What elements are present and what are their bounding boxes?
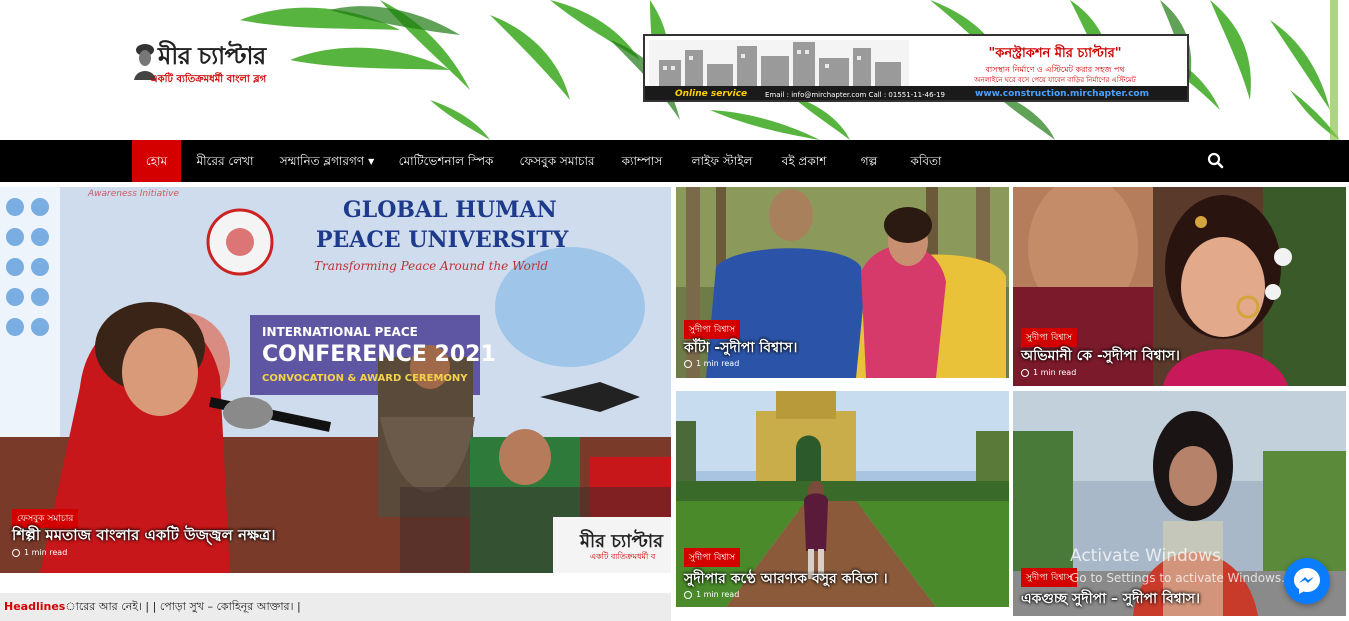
nav-item-motivational[interactable]: মোটিভেশনাল স্পিক: [392, 140, 500, 182]
clock-icon: [1021, 368, 1029, 377]
post-title[interactable]: অভিমানী কে -সুদীপা বিশ্বাস।: [1021, 344, 1180, 368]
post-title[interactable]: সুদীপার কণ্ঠে আরণ্যক বসুর কবিতা ।: [684, 567, 888, 591]
post-meta: 1 min read: [684, 359, 739, 368]
nav-item-label: সম্মানিত ব্লগারগণ: [279, 154, 365, 168]
headlines-text[interactable]: ারের আর নেই। | | পোড়া সুখ – কোহিনূর আক্…: [65, 600, 300, 613]
nav-item-poetry[interactable]: কবিতা: [900, 140, 952, 182]
banner-line-2: অনলাইনে ঘরে বসে পেয়ে যাবেন বাড়ির নির্ম…: [974, 76, 1136, 84]
nav-item-label: লাইফ স্টাইল: [691, 154, 753, 168]
messenger-chat-button[interactable]: [1284, 558, 1330, 604]
messenger-icon: [1294, 568, 1320, 594]
post-meta: 1 min read: [12, 548, 67, 557]
site-header: মীর চ্যাপ্টার একটি ব্যতিক্রমধর্মী বাংলা …: [0, 0, 1349, 140]
grid-post-card[interactable]: সুদীপা বিশ্বাস অভিমানী কে -সুদীপা বিশ্বা…: [1013, 187, 1346, 386]
post-meta: 1 min read: [684, 590, 739, 599]
nav-item-book-publish[interactable]: বই প্রকাশ: [773, 140, 835, 182]
clock-icon: [12, 548, 20, 557]
clock-icon: [684, 359, 692, 368]
nav-item-story[interactable]: গল্প: [849, 140, 889, 182]
nav-item-label: গল্প: [860, 154, 878, 168]
nav-item-label: মোটিভেশনাল স্পিক: [398, 154, 494, 168]
main-navigation: হোম মীরের লেখা সম্মানিত ব্লগারগণ ▼ মোটিভে…: [0, 140, 1349, 182]
category-badge[interactable]: সুদীপা বিশ্বাস: [1021, 568, 1078, 587]
image-text-line-2: PEACE UNIVERSITY: [316, 227, 569, 253]
headlines-label: Headlines: [4, 600, 66, 613]
image-caption-awareness: Awareness Initiative: [88, 189, 180, 199]
image-text-line-5: CONFERENCE 2021: [262, 342, 496, 367]
image-text-line-3: Transforming Peace Around the World: [314, 259, 549, 273]
image-text-line-6: CONVOCATION & AWARD CEREMONY: [262, 373, 468, 384]
banner-online-service: Online service: [675, 89, 748, 99]
clock-icon: [684, 590, 692, 599]
nav-item-campus[interactable]: ক্যাম্পাস: [614, 140, 670, 182]
post-title[interactable]: কাঁটা -সুদীপা বিশ্বাস।: [684, 336, 797, 360]
nav-item-mir-writing[interactable]: মীরের লেখা: [186, 140, 264, 182]
nav-item-lifestyle[interactable]: লাইফ স্টাইল: [682, 140, 762, 182]
banner-contact: Email : info@mirchapter.com Call : 01551…: [765, 91, 945, 99]
read-time: 1 min read: [696, 359, 740, 368]
featured-post-card[interactable]: Awareness Initiative GLOBAL HUMAN PEACE …: [0, 187, 671, 573]
grid-post-card[interactable]: সুদীপা বিশ্বাস কাঁটা -সুদীপা বিশ্বাস। 1 …: [676, 187, 1009, 378]
banner-footer-bar: Online service Email : info@mirchapter.c…: [645, 86, 1187, 100]
nav-item-facebook[interactable]: ফেসবুক সমাচার: [510, 140, 604, 182]
category-badge[interactable]: সুদীপা বিশ্বাস: [684, 548, 741, 567]
headlines-ticker: Headlinesারের আর নেই। | | পোড়া সুখ – কো…: [0, 593, 671, 621]
image-logo-tagline: একটি ব্যতিক্রমধর্মী ব: [590, 552, 656, 561]
nav-item-label: ফেসবুক সমাচার: [519, 154, 595, 168]
nav-item-label: হোম: [145, 154, 168, 168]
chevron-down-icon: ▼: [368, 156, 375, 166]
nav-item-bloggers[interactable]: সম্মানিত ব্লগারগণ ▼: [272, 140, 382, 182]
nav-item-label: কবিতা: [910, 154, 942, 168]
nav-item-label: ক্যাম্পাস: [621, 154, 663, 168]
nav-item-label: মীরের লেখা: [196, 154, 254, 168]
banner-url[interactable]: www.construction.mirchapter.com: [975, 89, 1149, 99]
image-text-line-4: INTERNATIONAL PEACE: [262, 325, 418, 339]
post-title[interactable]: একগুচ্ছ সুদীপা – সুদীপা বিশ্বাস।: [1021, 587, 1200, 611]
construction-ad-banner[interactable]: "কনস্ট্রাকশন মীর চ্যাপ্টার" বাসস্থান নির…: [643, 34, 1189, 102]
read-time: 1 min read: [696, 590, 740, 599]
logo-tagline: একটি ব্যতিক্রমধর্মী বাংলা ব্লগ: [150, 74, 267, 85]
read-time: 1 min read: [1033, 368, 1077, 377]
image-text-line-1: GLOBAL HUMAN: [343, 197, 557, 223]
search-icon[interactable]: [1206, 151, 1226, 171]
nav-item-home[interactable]: হোম: [132, 140, 181, 182]
read-time: 1 min read: [24, 548, 68, 557]
activate-windows-title: Activate Windows: [1070, 546, 1221, 566]
post-meta: 1 min read: [1021, 368, 1076, 377]
banner-title: "কনস্ট্রাকশন মীর চ্যাপ্টার": [988, 46, 1122, 61]
grid-post-card[interactable]: সুদীপা বিশ্বাস সুদীপার কণ্ঠে আরণ্যক বসুর…: [676, 391, 1009, 607]
activate-windows-subtitle[interactable]: Go to Settings to activate Windows.: [1070, 571, 1285, 585]
nav-item-label: বই প্রকাশ: [781, 154, 827, 168]
post-title[interactable]: শিল্পী মমতাজ বাংলার একটি উজ্জ্বল নক্ষত্র…: [12, 524, 275, 549]
site-logo[interactable]: মীর চ্যাপ্টার একটি ব্যতিক্রমধর্মী বাংলা …: [132, 34, 302, 90]
